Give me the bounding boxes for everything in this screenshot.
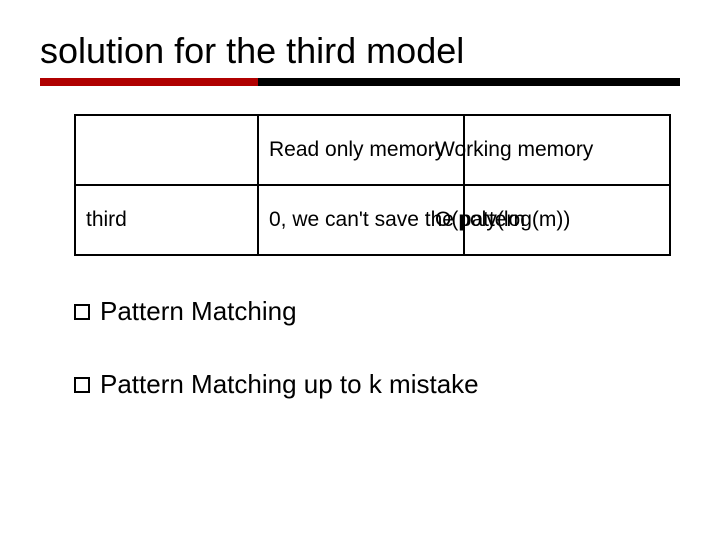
bullet-list: Pattern Matching Pattern Matching up to …: [74, 296, 680, 400]
header-read-only-text: Read only memory: [269, 138, 445, 162]
list-item: Pattern Matching: [74, 296, 680, 327]
row-working-cell: O(poly(log(m)): [464, 185, 670, 255]
row-readonly-cell: 0, we can't save the pattern: [258, 185, 464, 255]
table-row: third 0, we can't save the pattern O(pol…: [75, 185, 670, 255]
slide-title: solution for the third model: [40, 30, 680, 72]
row-label-text: third: [86, 208, 127, 231]
header-read-only-cell: Read only memory: [258, 115, 464, 185]
list-item: Pattern Matching up to k mistake: [74, 369, 680, 400]
rule-black-segment: [258, 78, 680, 86]
title-rule: [40, 78, 680, 86]
bullet-text: Pattern Matching: [100, 296, 297, 327]
table-header-row: Read only memory Working memory: [75, 115, 670, 185]
row-working-text: O(poly(log(m)): [435, 208, 570, 232]
row-label-cell: third: [75, 185, 258, 255]
bullet-text: Pattern Matching up to k mistake: [100, 369, 479, 400]
square-bullet-icon: [74, 377, 90, 393]
slide: solution for the third model Read only m…: [0, 0, 720, 540]
memory-table: Read only memory Working memory third 0,…: [74, 114, 671, 256]
header-empty-cell: [75, 115, 258, 185]
rule-red-segment: [40, 78, 258, 86]
header-working-cell: Working memory: [464, 115, 670, 185]
table-container: Read only memory Working memory third 0,…: [74, 114, 680, 256]
header-working-text: Working memory: [435, 138, 593, 162]
square-bullet-icon: [74, 304, 90, 320]
